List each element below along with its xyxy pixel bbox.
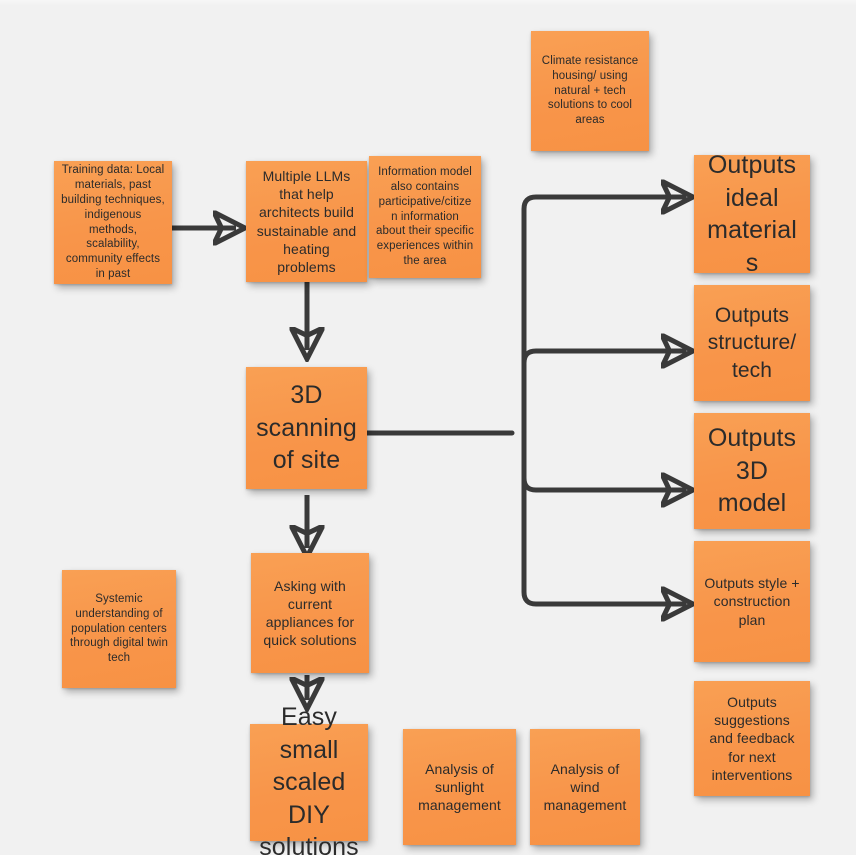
diagram-canvas: Climate resistance housing/ using natura… <box>0 0 856 855</box>
note-analysis-wind[interactable]: Analysis of wind management <box>530 729 640 845</box>
note-training-data-text: Training data: Local materials, past bui… <box>61 163 165 281</box>
note-multiple-llms[interactable]: Multiple LLMs that help architects build… <box>246 161 367 282</box>
connector-branch-structure-tech <box>521 351 684 436</box>
connector-branch-ideal-materials <box>521 197 684 436</box>
note-training-data[interactable]: Training data: Local materials, past bui… <box>54 161 172 284</box>
note-analysis-sunlight[interactable]: Analysis of sunlight management <box>403 729 516 845</box>
note-outputs-suggestions-text: Outputs suggestions and feedback for nex… <box>709 694 795 783</box>
note-analysis-sunlight-text: Analysis of sunlight management <box>418 760 501 814</box>
note-outputs-style-construction[interactable]: Outputs style + construction plan <box>694 541 810 662</box>
note-multiple-llms-text: Multiple LLMs that help architects build… <box>256 167 357 275</box>
note-outputs-structure-tech[interactable]: Outputs structure/ tech <box>694 285 810 401</box>
note-3d-scanning-of-site[interactable]: 3D scanning of site <box>246 367 367 489</box>
note-analysis-wind-text: Analysis of wind management <box>543 760 627 814</box>
note-outputs-ideal-materials[interactable]: Outputs ideal materials <box>694 151 810 277</box>
note-climate-resistance-text: Climate resistance housing/ using natura… <box>541 54 639 127</box>
note-3d-scanning-of-site-text: 3D scanning of site <box>256 381 357 475</box>
note-systemic-understanding-text: Systemic understanding of population cen… <box>70 592 168 665</box>
note-easy-small-diy-text: Easy small scaled DIY solutions <box>259 703 359 855</box>
note-easy-small-diy[interactable]: Easy small scaled DIY solutions <box>250 703 368 855</box>
note-systemic-understanding[interactable]: Systemic understanding of population cen… <box>62 570 176 688</box>
note-outputs-3d-model[interactable]: Outputs 3D model <box>694 413 810 529</box>
note-climate-resistance[interactable]: Climate resistance housing/ using natura… <box>531 31 649 151</box>
connector-branch-3d-model <box>521 430 684 490</box>
note-outputs-ideal-materials-text: Outputs ideal materials <box>707 151 797 277</box>
note-asking-appliances-text: Asking with current appliances for quick… <box>263 577 357 649</box>
note-outputs-suggestions[interactable]: Outputs suggestions and feedback for nex… <box>694 681 810 796</box>
note-information-model[interactable]: Information model also contains particip… <box>369 156 481 278</box>
note-asking-appliances[interactable]: Asking with current appliances for quick… <box>251 553 369 673</box>
note-information-model-text: Information model also contains particip… <box>376 165 474 268</box>
note-outputs-3d-model-text: Outputs 3D model <box>707 424 797 518</box>
note-outputs-style-construction-text: Outputs style + construction plan <box>704 575 800 628</box>
connector-branch-style-construction <box>521 430 684 604</box>
note-outputs-structure-tech-text: Outputs structure/ tech <box>707 304 797 382</box>
